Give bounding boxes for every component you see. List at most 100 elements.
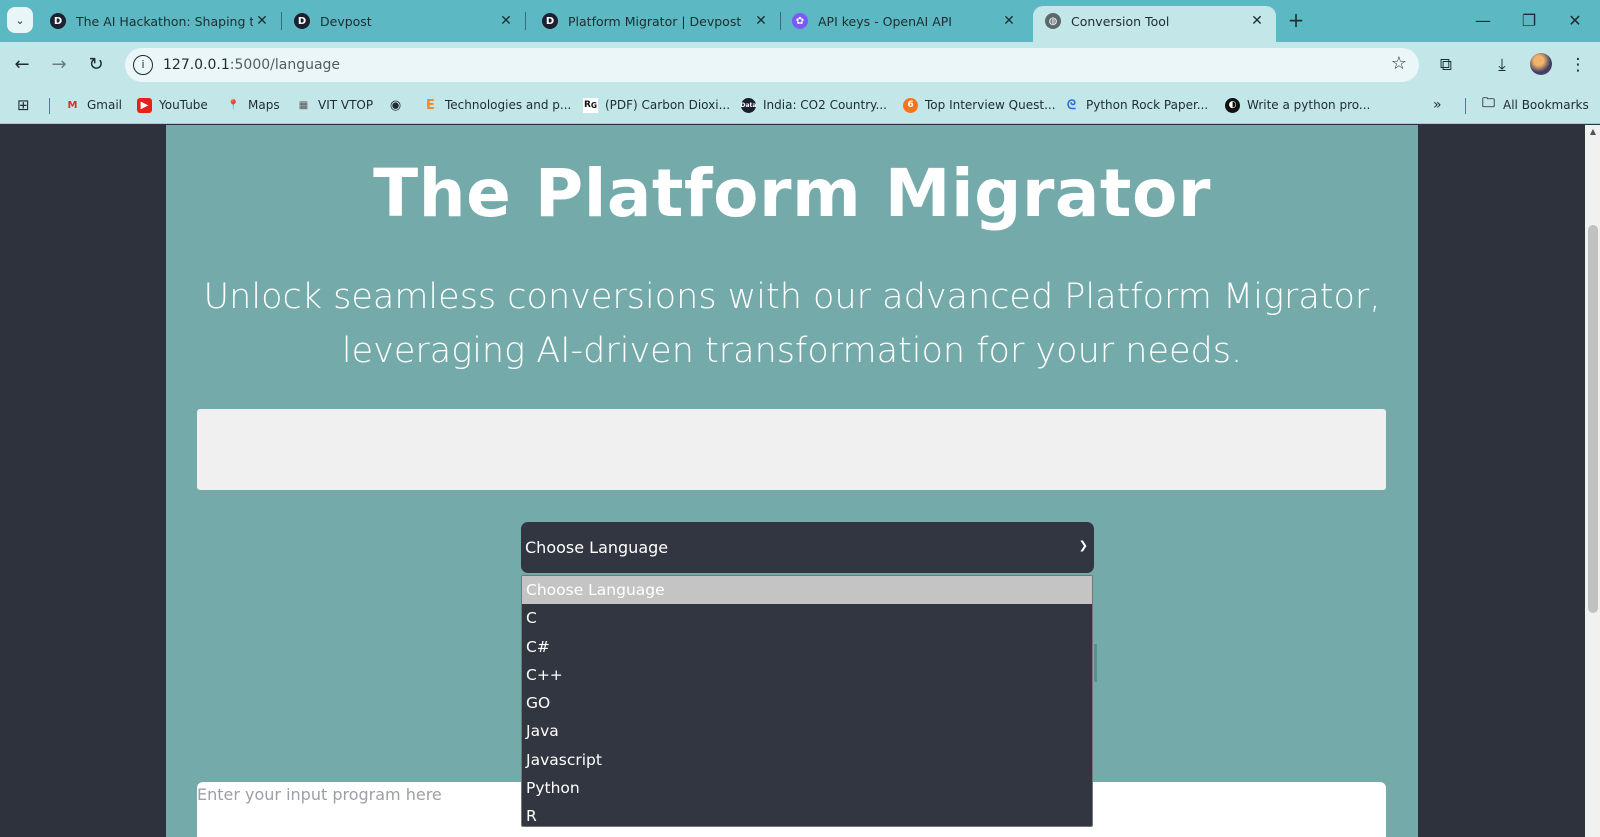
- language-select[interactable]: Choose Language ❯: [521, 522, 1094, 573]
- bookmark-globe[interactable]: ◉: [388, 96, 410, 114]
- tab-title: Devpost: [320, 13, 372, 29]
- bookmark-label: (PDF) Carbon Dioxi...: [605, 98, 731, 112]
- page-subtitle: Unlock seamless conversions with our adv…: [203, 277, 1381, 371]
- bookmark-write-python[interactable]: ◐ Write a python pro...: [1225, 96, 1370, 114]
- close-icon[interactable]: ✕: [1248, 13, 1266, 29]
- extensions-icon[interactable]: ⧉: [1433, 52, 1459, 78]
- language-option-python[interactable]: Python: [522, 774, 1092, 802]
- chevron-down-icon: ⌄: [15, 13, 25, 27]
- tab-platform-migrator-devpost[interactable]: D Platform Migrator | Devpost ✕: [530, 6, 781, 36]
- close-icon[interactable]: ✕: [253, 13, 271, 29]
- bookmark-vit-vtop[interactable]: ▦ VIT VTOP: [296, 96, 373, 114]
- tab-title: API keys - OpenAI API: [818, 13, 952, 29]
- github-icon: ◐: [1225, 97, 1240, 113]
- language-option-javascript[interactable]: Javascript: [522, 746, 1092, 774]
- scroll-up-arrow[interactable]: ▲: [1586, 127, 1600, 136]
- page-viewport: The Platform Migrator Unlock seamless co…: [0, 125, 1585, 837]
- close-icon[interactable]: ✕: [752, 13, 770, 29]
- tab-title: The AI Hackathon: Shaping the: [76, 13, 253, 29]
- language-option-cpp[interactable]: C++: [522, 661, 1092, 689]
- bookmark-python-rock-paper[interactable]: ᘓ Python Rock Paper...: [1064, 96, 1208, 114]
- bookmark-interview-questions[interactable]: 6 Top Interview Quest...: [903, 96, 1056, 114]
- bookmark-separator: [49, 98, 50, 114]
- close-icon[interactable]: ✕: [497, 13, 515, 29]
- all-bookmarks-label: All Bookmarks: [1503, 98, 1589, 112]
- language-option-go[interactable]: GO: [522, 689, 1092, 717]
- reload-button[interactable]: ↻: [83, 52, 109, 78]
- url-path: :5000/language: [229, 57, 341, 73]
- researchgate-icon: RG: [583, 97, 598, 113]
- new-tab-button[interactable]: +: [1283, 8, 1309, 34]
- url-host: 127.0.0.1: [163, 57, 230, 73]
- bookmark-gmail[interactable]: M Gmail: [65, 96, 123, 114]
- bookmark-maps[interactable]: 📍 Maps: [226, 96, 280, 114]
- devpost-icon: D: [50, 13, 66, 29]
- bookmark-label: India: CO2 Country...: [763, 98, 887, 112]
- profile-avatar[interactable]: [1530, 53, 1552, 75]
- close-icon[interactable]: ✕: [1000, 13, 1018, 29]
- devpost-icon: D: [542, 13, 558, 29]
- menu-icon[interactable]: ⋮: [1565, 52, 1591, 78]
- forward-button[interactable]: →: [46, 52, 72, 78]
- bookmark-label: Maps: [248, 98, 280, 112]
- leetcode-icon: 6: [903, 97, 918, 113]
- back-button[interactable]: ←: [9, 52, 35, 78]
- browser-toolbar: ← → ↻ i 127.0.0.1:5000/language ☆ ⧉ ⤓ ⋮: [0, 42, 1600, 86]
- vit-icon: ▦: [298, 99, 309, 111]
- tab-ai-hackathon[interactable]: D The AI Hackathon: Shaping the ✕: [38, 6, 282, 36]
- bookmark-label: Write a python pro...: [1247, 98, 1371, 112]
- language-option-c[interactable]: C: [522, 604, 1092, 632]
- page-title: The Platform Migrator: [373, 155, 1211, 232]
- output-display-box: [197, 409, 1386, 490]
- main-panel: The Platform Migrator Unlock seamless co…: [166, 125, 1418, 837]
- openai-icon: ✿: [792, 13, 808, 29]
- input-placeholder: Enter your input program here: [197, 785, 442, 804]
- tab-openai-api-keys[interactable]: ✿ API keys - OpenAI API ✕: [780, 6, 1028, 36]
- url-text: 127.0.0.1:5000/language: [163, 57, 340, 73]
- window-close-button[interactable]: ✕: [1552, 8, 1598, 34]
- bookmark-india-co2[interactable]: Data India: CO2 Country...: [741, 96, 887, 114]
- bookmark-label: VIT VTOP: [318, 98, 374, 112]
- bookmark-technologies[interactable]: E Technologies and p...: [423, 96, 571, 114]
- restore-button[interactable]: ❐: [1506, 8, 1552, 34]
- data-icon: Data: [741, 97, 756, 113]
- apps-icon[interactable]: ⊞: [17, 96, 30, 114]
- python-icon: ᘓ: [1066, 97, 1077, 113]
- site-info-icon[interactable]: i: [133, 55, 153, 75]
- address-bar[interactable]: i 127.0.0.1:5000/language ☆: [125, 48, 1419, 82]
- maps-icon: 📍: [227, 99, 240, 111]
- bookmark-youtube[interactable]: ▶ YouTube: [137, 96, 208, 114]
- minimize-button[interactable]: —: [1460, 8, 1506, 34]
- bookmark-carbon-dioxide[interactable]: R G (PDF) Carbon Dioxi...: [583, 96, 730, 114]
- language-select-value: Choose Language: [525, 538, 669, 557]
- download-icon[interactable]: ⤓: [1489, 52, 1515, 78]
- gmail-icon: M: [67, 99, 78, 111]
- language-option-choose[interactable]: Choose Language: [522, 576, 1092, 605]
- tab-search-button[interactable]: ⌄: [7, 7, 33, 33]
- bookmark-label: Technologies and p...: [445, 98, 572, 112]
- bookmark-separator: [1465, 98, 1466, 114]
- language-option-r[interactable]: R: [522, 802, 1092, 830]
- bookmark-label: Gmail: [87, 98, 123, 112]
- language-option-java[interactable]: Java: [522, 717, 1092, 745]
- language-dropdown-list[interactable]: Choose Language C C# C++ GO Java Javascr…: [521, 575, 1093, 827]
- tab-title: Platform Migrator | Devpost: [568, 13, 742, 29]
- bookmark-label: YouTube: [159, 98, 208, 112]
- all-bookmarks-button[interactable]: 🗀 All Bookmarks: [1481, 96, 1589, 114]
- folder-icon: 🗀: [1481, 96, 1495, 111]
- globe-icon: ◍: [1045, 13, 1061, 29]
- e-icon: E: [426, 97, 435, 113]
- bookmark-label: Top Interview Quest...: [925, 98, 1056, 112]
- youtube-icon: ▶: [137, 97, 152, 113]
- more-bookmarks-icon[interactable]: »: [1433, 96, 1442, 114]
- bookmark-star-icon[interactable]: ☆: [1391, 53, 1407, 74]
- scrollbar-thumb[interactable]: [1588, 225, 1598, 613]
- chevron-down-icon: ❯: [1078, 539, 1088, 552]
- tab-title: Conversion Tool: [1071, 13, 1170, 29]
- bookmark-label: Python Rock Paper...: [1086, 98, 1209, 112]
- tab-conversion-tool[interactable]: ◍ Conversion Tool ✕: [1033, 6, 1276, 42]
- hidden-element-edge: [1094, 644, 1097, 682]
- tab-devpost[interactable]: D Devpost ✕: [282, 6, 526, 36]
- language-option-csharp[interactable]: C#: [522, 633, 1092, 661]
- devpost-icon: D: [294, 13, 310, 29]
